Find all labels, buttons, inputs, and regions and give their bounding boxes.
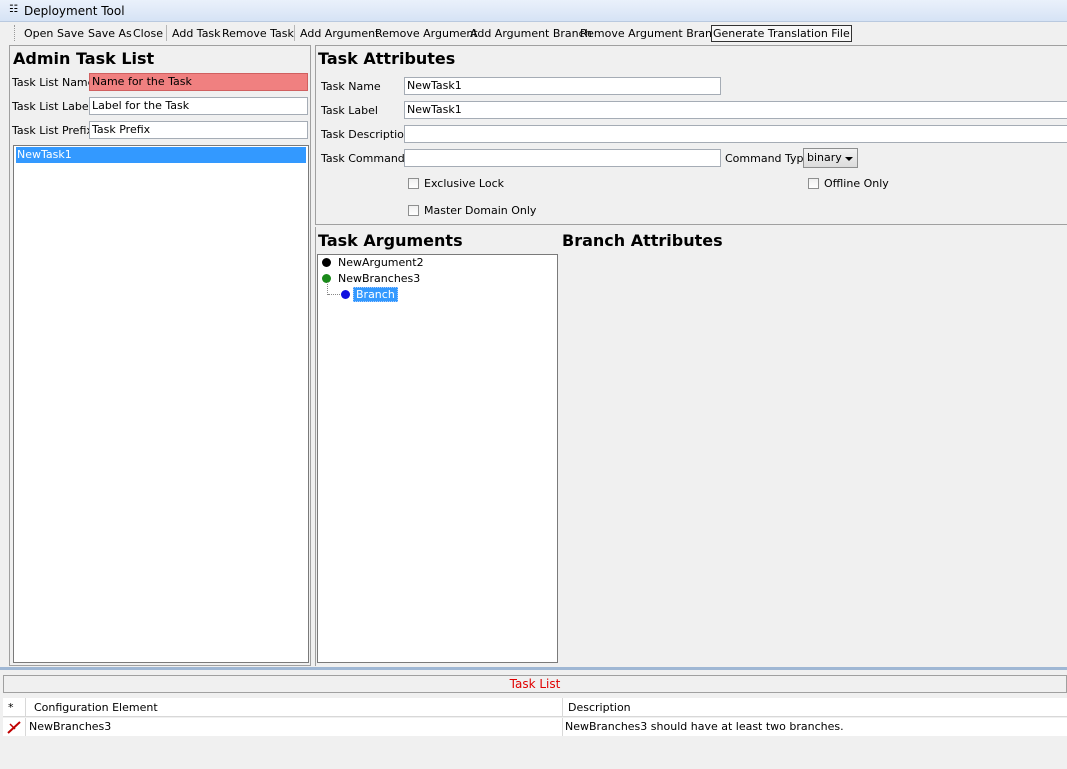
task-description-label: Task Description	[321, 128, 411, 141]
add-argument-button[interactable]: Add Argument	[300, 26, 379, 41]
task-attributes-panel: Task Attributes Task Name NewTask1 Task …	[315, 45, 1067, 225]
task-description-field[interactable]	[404, 125, 1067, 143]
save-as-button[interactable]: Save As	[88, 26, 132, 41]
task-list-prefix-label: Task List Prefix	[12, 124, 93, 137]
task-arguments-tree[interactable]: NewArgument2 NewBranches3 Branch	[317, 254, 558, 663]
task-list-label-label: Task List Label	[12, 100, 92, 113]
argument-dot-icon	[322, 258, 331, 267]
toolbar-separator	[294, 25, 295, 41]
chevron-down-icon	[845, 157, 853, 161]
column-header-description[interactable]: Description	[562, 698, 1067, 717]
tree-connector	[328, 294, 340, 296]
toolbar-grip[interactable]	[14, 25, 18, 41]
admin-task-list-panel: Admin Task List Task List Name Name for …	[9, 45, 311, 666]
offline-only-checkbox[interactable]	[808, 178, 819, 189]
exclusive-lock-label: Exclusive Lock	[424, 177, 504, 190]
task-command-label: Task Command	[321, 152, 405, 165]
task-list-prefix-field[interactable]: Task Prefix	[89, 121, 308, 139]
task-name-label: Task Name	[321, 80, 381, 93]
command-type-select[interactable]: binary	[803, 148, 858, 168]
task-command-field[interactable]	[404, 149, 721, 167]
add-task-button[interactable]: Add Task	[172, 26, 221, 41]
task-list-label-field[interactable]: Label for the Task	[89, 97, 308, 115]
list-item[interactable]: NewTask1	[16, 147, 306, 163]
toolbar: Open Save Save As Close Add Task Remove …	[0, 22, 1067, 44]
task-label-label: Task Label	[321, 104, 378, 117]
task-label-field[interactable]: NewTask1	[404, 101, 1067, 119]
branch-attributes-heading: Branch Attributes	[562, 231, 723, 250]
app-icon: ☷	[9, 4, 18, 15]
remove-task-button[interactable]: Remove Task	[222, 26, 294, 41]
admin-task-list-heading: Admin Task List	[13, 49, 155, 68]
error-icon	[7, 721, 21, 734]
task-name-field[interactable]: NewTask1	[404, 77, 721, 95]
tab-task-list[interactable]: Task List	[3, 675, 1067, 693]
branch-dot-icon	[341, 290, 350, 299]
close-button[interactable]: Close	[133, 26, 163, 41]
offline-only-label: Offline Only	[824, 177, 889, 190]
task-list-name-label: Task List Name	[12, 76, 95, 89]
toolbar-separator	[166, 25, 167, 41]
splitter[interactable]	[0, 667, 1067, 670]
add-argument-branch-button[interactable]: Add Argument Branch	[470, 26, 592, 41]
master-domain-only-label: Master Domain Only	[424, 204, 537, 217]
generate-translation-file-button[interactable]: Generate Translation File	[711, 25, 852, 42]
save-button[interactable]: Save	[57, 26, 84, 41]
column-header-star: *	[3, 698, 25, 717]
title-bar: ☷ Deployment Tool	[0, 0, 1067, 22]
window-title: Deployment Tool	[24, 4, 125, 18]
column-header-configuration-element[interactable]: Configuration Element	[25, 698, 562, 717]
table-row-description[interactable]: NewBranches3 should have at least two br…	[562, 718, 1067, 736]
master-domain-only-checkbox[interactable]	[408, 205, 419, 216]
exclusive-lock-checkbox[interactable]	[408, 178, 419, 189]
task-attributes-heading: Task Attributes	[318, 49, 456, 68]
task-list-name-field[interactable]: Name for the Task	[89, 73, 308, 91]
task-listbox[interactable]: NewTask1	[13, 145, 309, 663]
command-type-label: Command Type	[725, 152, 811, 165]
arguments-panel: Task Arguments Branch Attributes NewArgu…	[315, 227, 1067, 666]
table-row-config[interactable]: NewBranches3	[25, 718, 562, 736]
command-type-value: binary	[807, 151, 842, 164]
task-arguments-heading: Task Arguments	[318, 231, 463, 250]
open-button[interactable]: Open	[24, 26, 53, 41]
remove-argument-button[interactable]: Remove Argument	[375, 26, 478, 41]
remove-argument-branch-button[interactable]: Remove Argument Branch	[580, 26, 725, 41]
error-icon-cell	[3, 718, 25, 736]
tree-item-label: NewArgument2	[338, 256, 424, 269]
tree-item-label: Branch	[353, 287, 398, 302]
tree-item-label: NewBranches3	[338, 272, 421, 285]
